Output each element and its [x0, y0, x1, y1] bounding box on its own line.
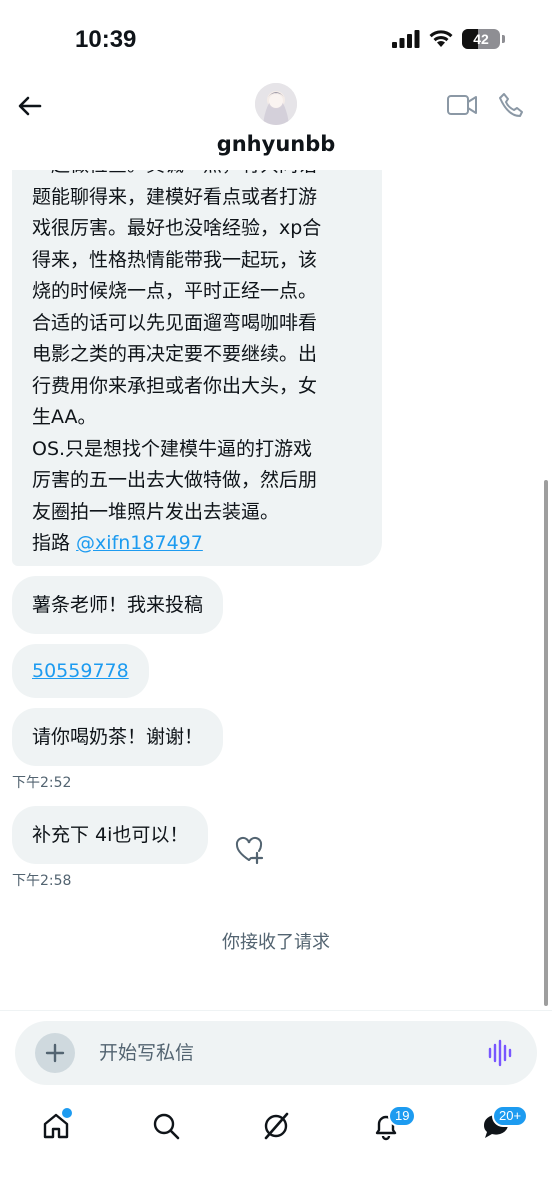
- message-bubble-received[interactable]: 补充下 4i也可以！: [12, 806, 209, 864]
- message-thread[interactable]: 一起做检查。真诚一点，有共同话 题能聊得来，建模好看点或者打游 戏很厉害。最好也…: [0, 150, 552, 1010]
- bottom-tab-bar: 19 20+: [0, 1100, 552, 1200]
- add-media-button[interactable]: [35, 1033, 75, 1073]
- plus-icon: [45, 1043, 65, 1063]
- conversation-header: gnhyunbb: [0, 80, 552, 170]
- status-time: 10:39: [75, 26, 137, 53]
- battery-indicator: 42: [462, 29, 500, 49]
- message-text-prefix: 指路: [32, 532, 77, 554]
- heart-plus-react-icon[interactable]: [234, 836, 264, 864]
- cellular-signal-icon: [392, 30, 420, 48]
- message-composer[interactable]: 开始写私信: [15, 1021, 537, 1085]
- message-text-line: 戏很厉害。最好也没啥经验，xp合: [32, 217, 322, 239]
- message-text: 薯条老师！我来投稿: [32, 594, 204, 616]
- message-text-line: 烧的时候烧一点，平时正经一点。: [32, 280, 318, 302]
- message-bubble-received[interactable]: 一起做检查。真诚一点，有共同话 题能聊得来，建模好看点或者打游 戏很厉害。最好也…: [12, 150, 382, 566]
- battery-nub: [502, 35, 505, 43]
- number-link[interactable]: 50559778: [32, 660, 129, 682]
- message-text-line: 生AA。: [32, 406, 97, 428]
- message-bubble-received[interactable]: 50559778: [12, 644, 149, 698]
- message-timestamp: 下午2:58: [12, 873, 72, 889]
- avatar[interactable]: [255, 83, 297, 125]
- message-text: 补充下 4i也可以！: [32, 824, 189, 846]
- message-text-line: 得来，性格热情能带我一起玩，该: [32, 248, 318, 271]
- messages-badge: 20+: [492, 1105, 529, 1127]
- message-text-line: 合适的话可以先见面遛弯喝咖啡看: [32, 311, 318, 334]
- home-unread-dot: [60, 1106, 74, 1120]
- divider: [0, 1010, 552, 1011]
- message-bubble-received[interactable]: 薯条老师！我来投稿: [12, 576, 224, 634]
- video-call-icon[interactable]: [446, 92, 478, 118]
- message-text-line: OS.只是想找个建模牛逼的打游戏: [32, 437, 313, 460]
- back-arrow-icon[interactable]: [14, 90, 46, 122]
- scrollbar[interactable]: [544, 480, 548, 1006]
- phone-icon[interactable]: [496, 90, 526, 120]
- conversation-username[interactable]: gnhyunbb: [0, 132, 552, 156]
- message-bubble-received[interactable]: 请你喝奶茶！谢谢！: [12, 708, 224, 766]
- message-text: 请你喝奶茶！谢谢！: [32, 726, 204, 748]
- search-icon[interactable]: [150, 1110, 182, 1142]
- message-text-line: 指路 @xifn187497: [32, 528, 362, 560]
- status-bar: 10:39 42: [0, 0, 552, 80]
- grok-icon[interactable]: [260, 1110, 292, 1142]
- message-text-line: 电影之类的再决定要不要继续。出: [32, 343, 318, 365]
- message-text-line: 厉害的五一出去大做特做，然后朋: [32, 469, 318, 491]
- mention-link[interactable]: @xifn187497: [76, 532, 203, 554]
- system-notice: 你接收了请求: [222, 932, 330, 953]
- avatar-illustration: [255, 83, 297, 125]
- message-input[interactable]: 开始写私信: [99, 1021, 194, 1085]
- message-text-line: 行费用你来承担或者你出大头，女: [32, 374, 318, 397]
- battery-level: 42: [473, 31, 489, 47]
- notifications-badge: 19: [388, 1105, 417, 1127]
- message-text-line: 题能聊得来，建模好看点或者打游: [32, 185, 318, 208]
- wifi-icon: [429, 30, 453, 47]
- message-text-line: 友圈拍一堆照片发出去装逼。: [32, 500, 280, 523]
- message-timestamp: 下午2:52: [12, 775, 72, 791]
- voice-message-icon[interactable]: [487, 1039, 515, 1067]
